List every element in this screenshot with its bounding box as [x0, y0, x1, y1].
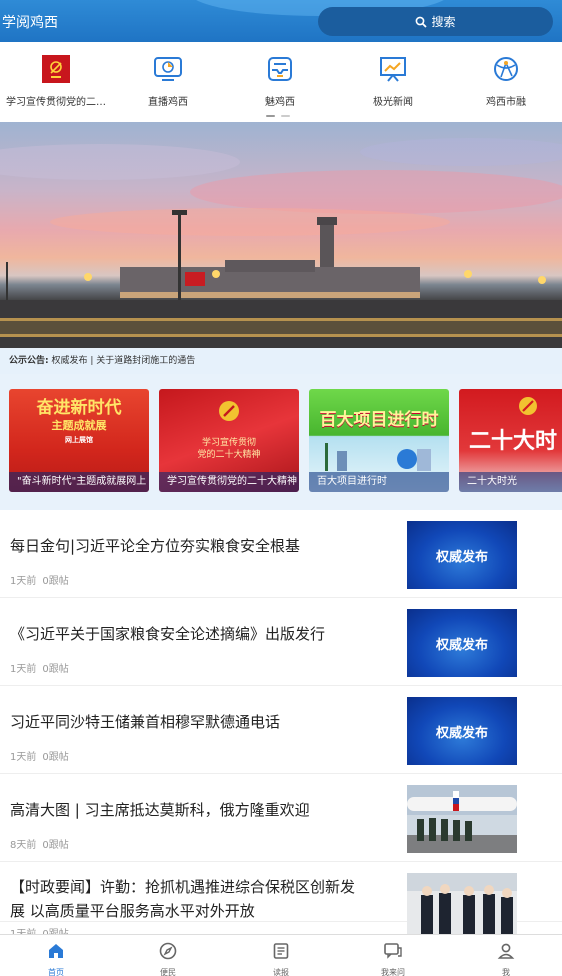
thumbnail-text: 权威发布 — [407, 697, 517, 765]
tab-home[interactable]: 首页 — [0, 941, 112, 976]
inbox-tray-icon — [265, 54, 295, 84]
tab-label: 便民 — [160, 968, 176, 976]
app-title: 学阅鸡西 — [2, 15, 58, 31]
quick-nav-item-live[interactable]: 直播鸡西 — [112, 54, 224, 108]
topic-image-small: 网上展馆 — [65, 436, 93, 444]
topic-caption: 学习宣传贯彻党的二十大精神 — [159, 472, 299, 492]
topic-card[interactable]: 学习宣传贯彻 党的二十大精神 学习宣传贯彻党的二十大精神 — [159, 389, 299, 492]
article-comments: 0跟帖 — [42, 664, 69, 675]
article-item[interactable]: 每日金句|习近平论全方位夯实粮食安全根基 1天前 0跟帖 权威发布 — [0, 510, 562, 598]
notice-separator: | — [90, 356, 94, 366]
article-item[interactable]: 【时政要闻】许勤：抢抓机遇推进综合保税区创新发展 以高质量平台服务高水平对外开放… — [0, 862, 562, 941]
article-thumbnail — [407, 873, 517, 941]
tab-label: 首页 — [48, 968, 64, 976]
hero-banner[interactable] — [0, 122, 562, 348]
article-meta: 1天前 0跟帖 — [10, 572, 69, 587]
article-comments: 0跟帖 — [42, 576, 69, 587]
topic-card[interactable]: 二十大时 二十大时光 — [459, 389, 562, 492]
topic-card[interactable]: 百大项目进行时 百大项目进行时 — [309, 389, 449, 492]
quick-nav-label: 魅鸡西 — [265, 97, 295, 108]
article-meta: 1天前 0跟帖 — [10, 660, 69, 675]
article-comments: 0跟帖 — [42, 840, 69, 851]
quick-nav-label: 直播鸡西 — [148, 97, 188, 108]
article-time: 1天前 — [10, 576, 37, 587]
quick-nav-item-charm[interactable]: 魅鸡西 — [224, 54, 336, 108]
article-thumbnail — [407, 785, 517, 853]
article-meta: 1天前 0跟帖 — [10, 748, 69, 763]
topic-card[interactable]: 奋进新时代 主题成就展 网上展馆 "奋斗新时代"主题成就展网上 — [9, 389, 149, 492]
topic-caption: 百大项目进行时 — [309, 472, 449, 492]
meeting-photo — [407, 873, 517, 941]
quick-nav-label: 学习宣传贯彻党的二… — [6, 97, 106, 108]
article-title: 高清大图 | 习主席抵达莫斯科，俄方隆重欢迎 — [10, 801, 310, 819]
article-title: 【时政要闻】许勤：抢抓机遇推进综合保税区创新发展 以高质量平台服务高水平对外开放 — [10, 878, 356, 920]
tab-label: 我来问 — [381, 968, 405, 976]
article-item[interactable]: 高清大图 | 习主席抵达莫斯科，俄方隆重欢迎 8天前 0跟帖 — [0, 774, 562, 862]
search-label: 搜索 — [431, 15, 456, 29]
notice-source: 权威发布 — [51, 356, 88, 366]
thumbnail-text: 权威发布 — [407, 521, 517, 589]
article-thumbnail: 权威发布 — [407, 697, 517, 765]
article-meta: 8天前 0跟帖 — [10, 836, 69, 851]
chat-bubbles-icon — [337, 941, 449, 961]
article-item[interactable]: 《习近平关于国家粮食安全论述摘编》出版发行 1天前 0跟帖 权威发布 — [0, 598, 562, 686]
tab-ask[interactable]: 我来问 — [337, 941, 449, 976]
home-icon — [0, 941, 112, 961]
article-title: 《习近平关于国家粮食安全论述摘编》出版发行 — [10, 625, 326, 643]
compass-icon — [112, 941, 224, 961]
user-icon — [450, 941, 562, 961]
quick-nav: 学习宣传贯彻党的二… 直播鸡西 魅鸡西 极光新闻 鸡西市融 — [0, 42, 562, 122]
article-title: 习近平同沙特王储兼首相穆罕默德通电话 — [10, 713, 281, 731]
notice-text: 关于道路封闭施工的通告 — [96, 356, 196, 366]
article-thumbnail: 权威发布 — [407, 609, 517, 677]
live-screen-icon — [153, 54, 183, 84]
article-comments: 0跟帖 — [42, 752, 69, 763]
topic-image-sub: 党的二十大精神 — [197, 450, 261, 460]
thumbnail-text: 权威发布 — [407, 609, 517, 677]
article-time: 8天前 — [10, 840, 37, 851]
quick-nav-label: 极光新闻 — [373, 97, 413, 108]
pager-dot-active — [266, 115, 275, 117]
article-time: 1天前 — [10, 752, 37, 763]
pager-dot — [281, 115, 290, 117]
topic-caption: "奋斗新时代"主题成就展网上 — [9, 472, 149, 492]
tab-me[interactable]: 我 — [450, 941, 562, 976]
newspaper-icon — [225, 941, 337, 961]
topic-image-sub: 主题成就展 — [51, 419, 107, 432]
quick-nav-item-party-study[interactable]: 学习宣传贯彻党的二… — [0, 54, 112, 108]
quick-nav-item-aurora-news[interactable]: 极光新闻 — [337, 54, 449, 108]
article-title: 每日金句|习近平论全方位夯实粮食安全根基 — [10, 537, 301, 555]
tab-services[interactable]: 便民 — [112, 941, 224, 976]
topic-image-text: 二十大时 — [469, 429, 558, 454]
party-emblem-icon — [219, 401, 239, 421]
notice-label: 公示公告: — [9, 356, 49, 366]
topic-caption: 二十大时光 — [459, 472, 562, 492]
search-button[interactable]: 搜索 — [318, 7, 553, 36]
search-icon — [416, 16, 428, 28]
party-emblem-icon — [41, 54, 71, 84]
tab-label: 读报 — [273, 968, 289, 976]
app-root: 学阅鸡西 搜索 学习宣传贯彻党的二… 直播鸡西 魅鸡西 极光新闻 鸡西市融 公示… — [0, 0, 562, 976]
topic-image-text: 奋进新时代 — [36, 398, 122, 418]
quick-nav-label: 鸡西市融 — [486, 97, 526, 108]
bottom-tab-bar: 首页 便民 读报 我来问 我 — [0, 934, 562, 976]
notice-bar[interactable]: 公示公告: 权威发布 | 关于道路封闭施工的通告 — [0, 348, 562, 374]
airport-welcome-photo — [407, 785, 517, 853]
article-list: 每日金句|习近平论全方位夯实粮食安全根基 1天前 0跟帖 权威发布 《习近平关于国… — [0, 510, 562, 941]
quick-nav-item-media[interactable]: 鸡西市融 — [450, 54, 562, 108]
presentation-board-icon — [378, 54, 408, 84]
article-thumbnail: 权威发布 — [407, 521, 517, 589]
article-item[interactable]: 习近平同沙特王储兼首相穆罕默德通电话 1天前 0跟帖 权威发布 — [0, 686, 562, 774]
tiananmen-square-photo — [0, 138, 562, 348]
article-time: 1天前 — [10, 664, 37, 675]
party-emblem-icon — [519, 397, 537, 415]
project-illustration — [325, 443, 431, 471]
tab-label: 我 — [502, 968, 510, 976]
tab-newspaper[interactable]: 读报 — [225, 941, 337, 976]
topic-carousel: 奋进新时代 主题成就展 网上展馆 "奋斗新时代"主题成就展网上 学习宣传贯彻 党… — [0, 374, 562, 510]
quick-nav-pager — [266, 115, 290, 117]
topic-image-text: 百大项目进行时 — [319, 410, 439, 430]
globe-network-icon — [491, 54, 521, 84]
top-header: 学阅鸡西 搜索 — [0, 0, 562, 42]
